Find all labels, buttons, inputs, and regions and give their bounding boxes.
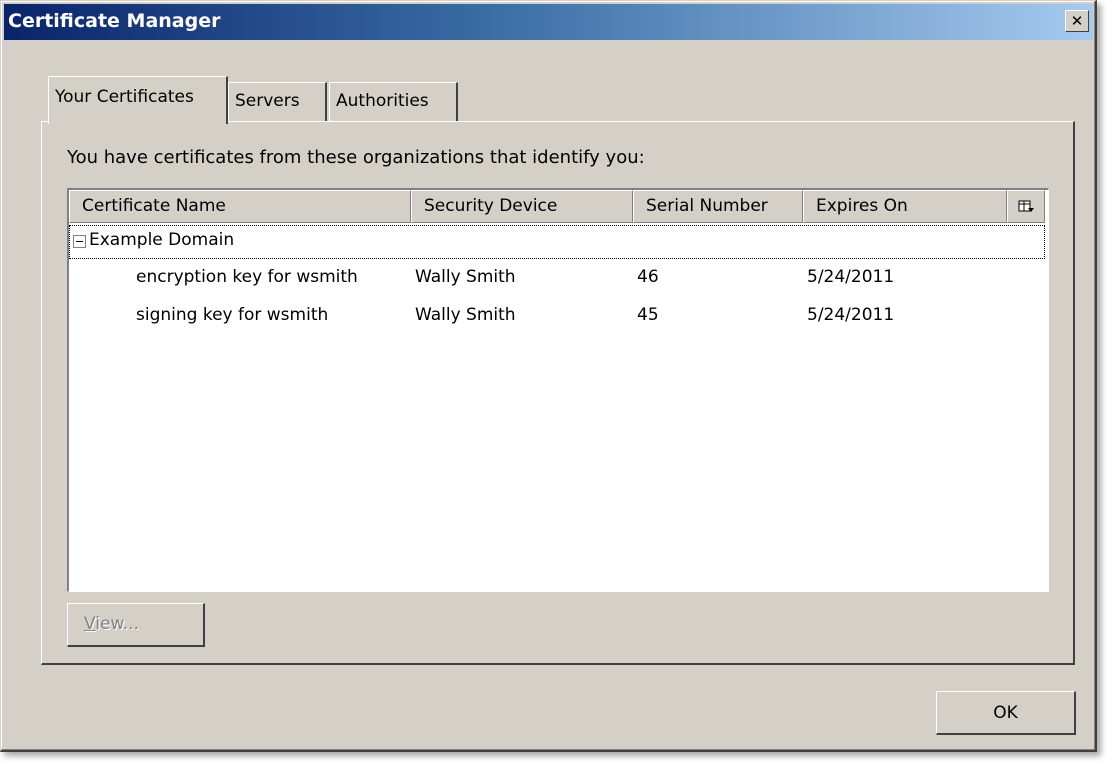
column-header-certificate-name[interactable]: Certificate Name <box>69 190 411 223</box>
ok-button[interactable]: OK <box>936 691 1076 735</box>
table-row[interactable]: encryption key for wsmith Wally Smith 46… <box>69 262 1045 296</box>
cell-security-device: Wally Smith <box>415 305 516 325</box>
cell-serial-number: 45 <box>637 305 659 325</box>
cell-serial-number: 46 <box>637 267 659 287</box>
tree-header: Certificate Name Security Device Serial … <box>69 190 1048 223</box>
column-picker-button[interactable] <box>1007 190 1045 223</box>
cell-certificate-name: encryption key for wsmith <box>136 267 358 287</box>
view-button[interactable]: View... <box>67 603 205 647</box>
collapse-icon[interactable] <box>73 235 86 248</box>
tab-your-certificates[interactable]: Your Certificates <box>48 76 228 124</box>
close-icon: ✕ <box>1070 11 1084 30</box>
cell-certificate-name: signing key for wsmith <box>136 305 329 325</box>
column-header-serial-number[interactable]: Serial Number <box>633 190 803 223</box>
table-row[interactable]: signing key for wsmith Wally Smith 45 5/… <box>69 300 1045 334</box>
column-header-expires-on[interactable]: Expires On <box>803 190 1007 223</box>
window-title: Certificate Manager <box>8 10 221 32</box>
tab-label: Servers <box>235 91 300 111</box>
panel-description: You have certificates from these organiz… <box>67 147 645 168</box>
column-picker-icon <box>1018 200 1034 212</box>
cell-security-device: Wally Smith <box>415 267 516 287</box>
tab-label: Authorities <box>336 91 429 111</box>
tab-servers[interactable]: Servers <box>228 82 327 122</box>
title-bar[interactable]: Certificate Manager ✕ <box>4 4 1093 40</box>
tab-label: Your Certificates <box>55 87 194 107</box>
certificate-manager-window: Certificate Manager ✕ Your Certificates … <box>0 0 1097 752</box>
tree-group-row[interactable]: Example Domain <box>69 225 1045 259</box>
column-header-security-device[interactable]: Security Device <box>411 190 633 223</box>
cell-expires-on: 5/24/2011 <box>807 267 895 287</box>
ok-button-label: OK <box>993 703 1018 723</box>
group-name: Example Domain <box>89 230 235 250</box>
cell-expires-on: 5/24/2011 <box>807 305 895 325</box>
close-button[interactable]: ✕ <box>1065 10 1089 32</box>
tab-authorities[interactable]: Authorities <box>329 82 458 122</box>
view-button-label: View... <box>84 614 140 634</box>
certificate-tree[interactable]: Certificate Name Security Device Serial … <box>67 188 1049 592</box>
